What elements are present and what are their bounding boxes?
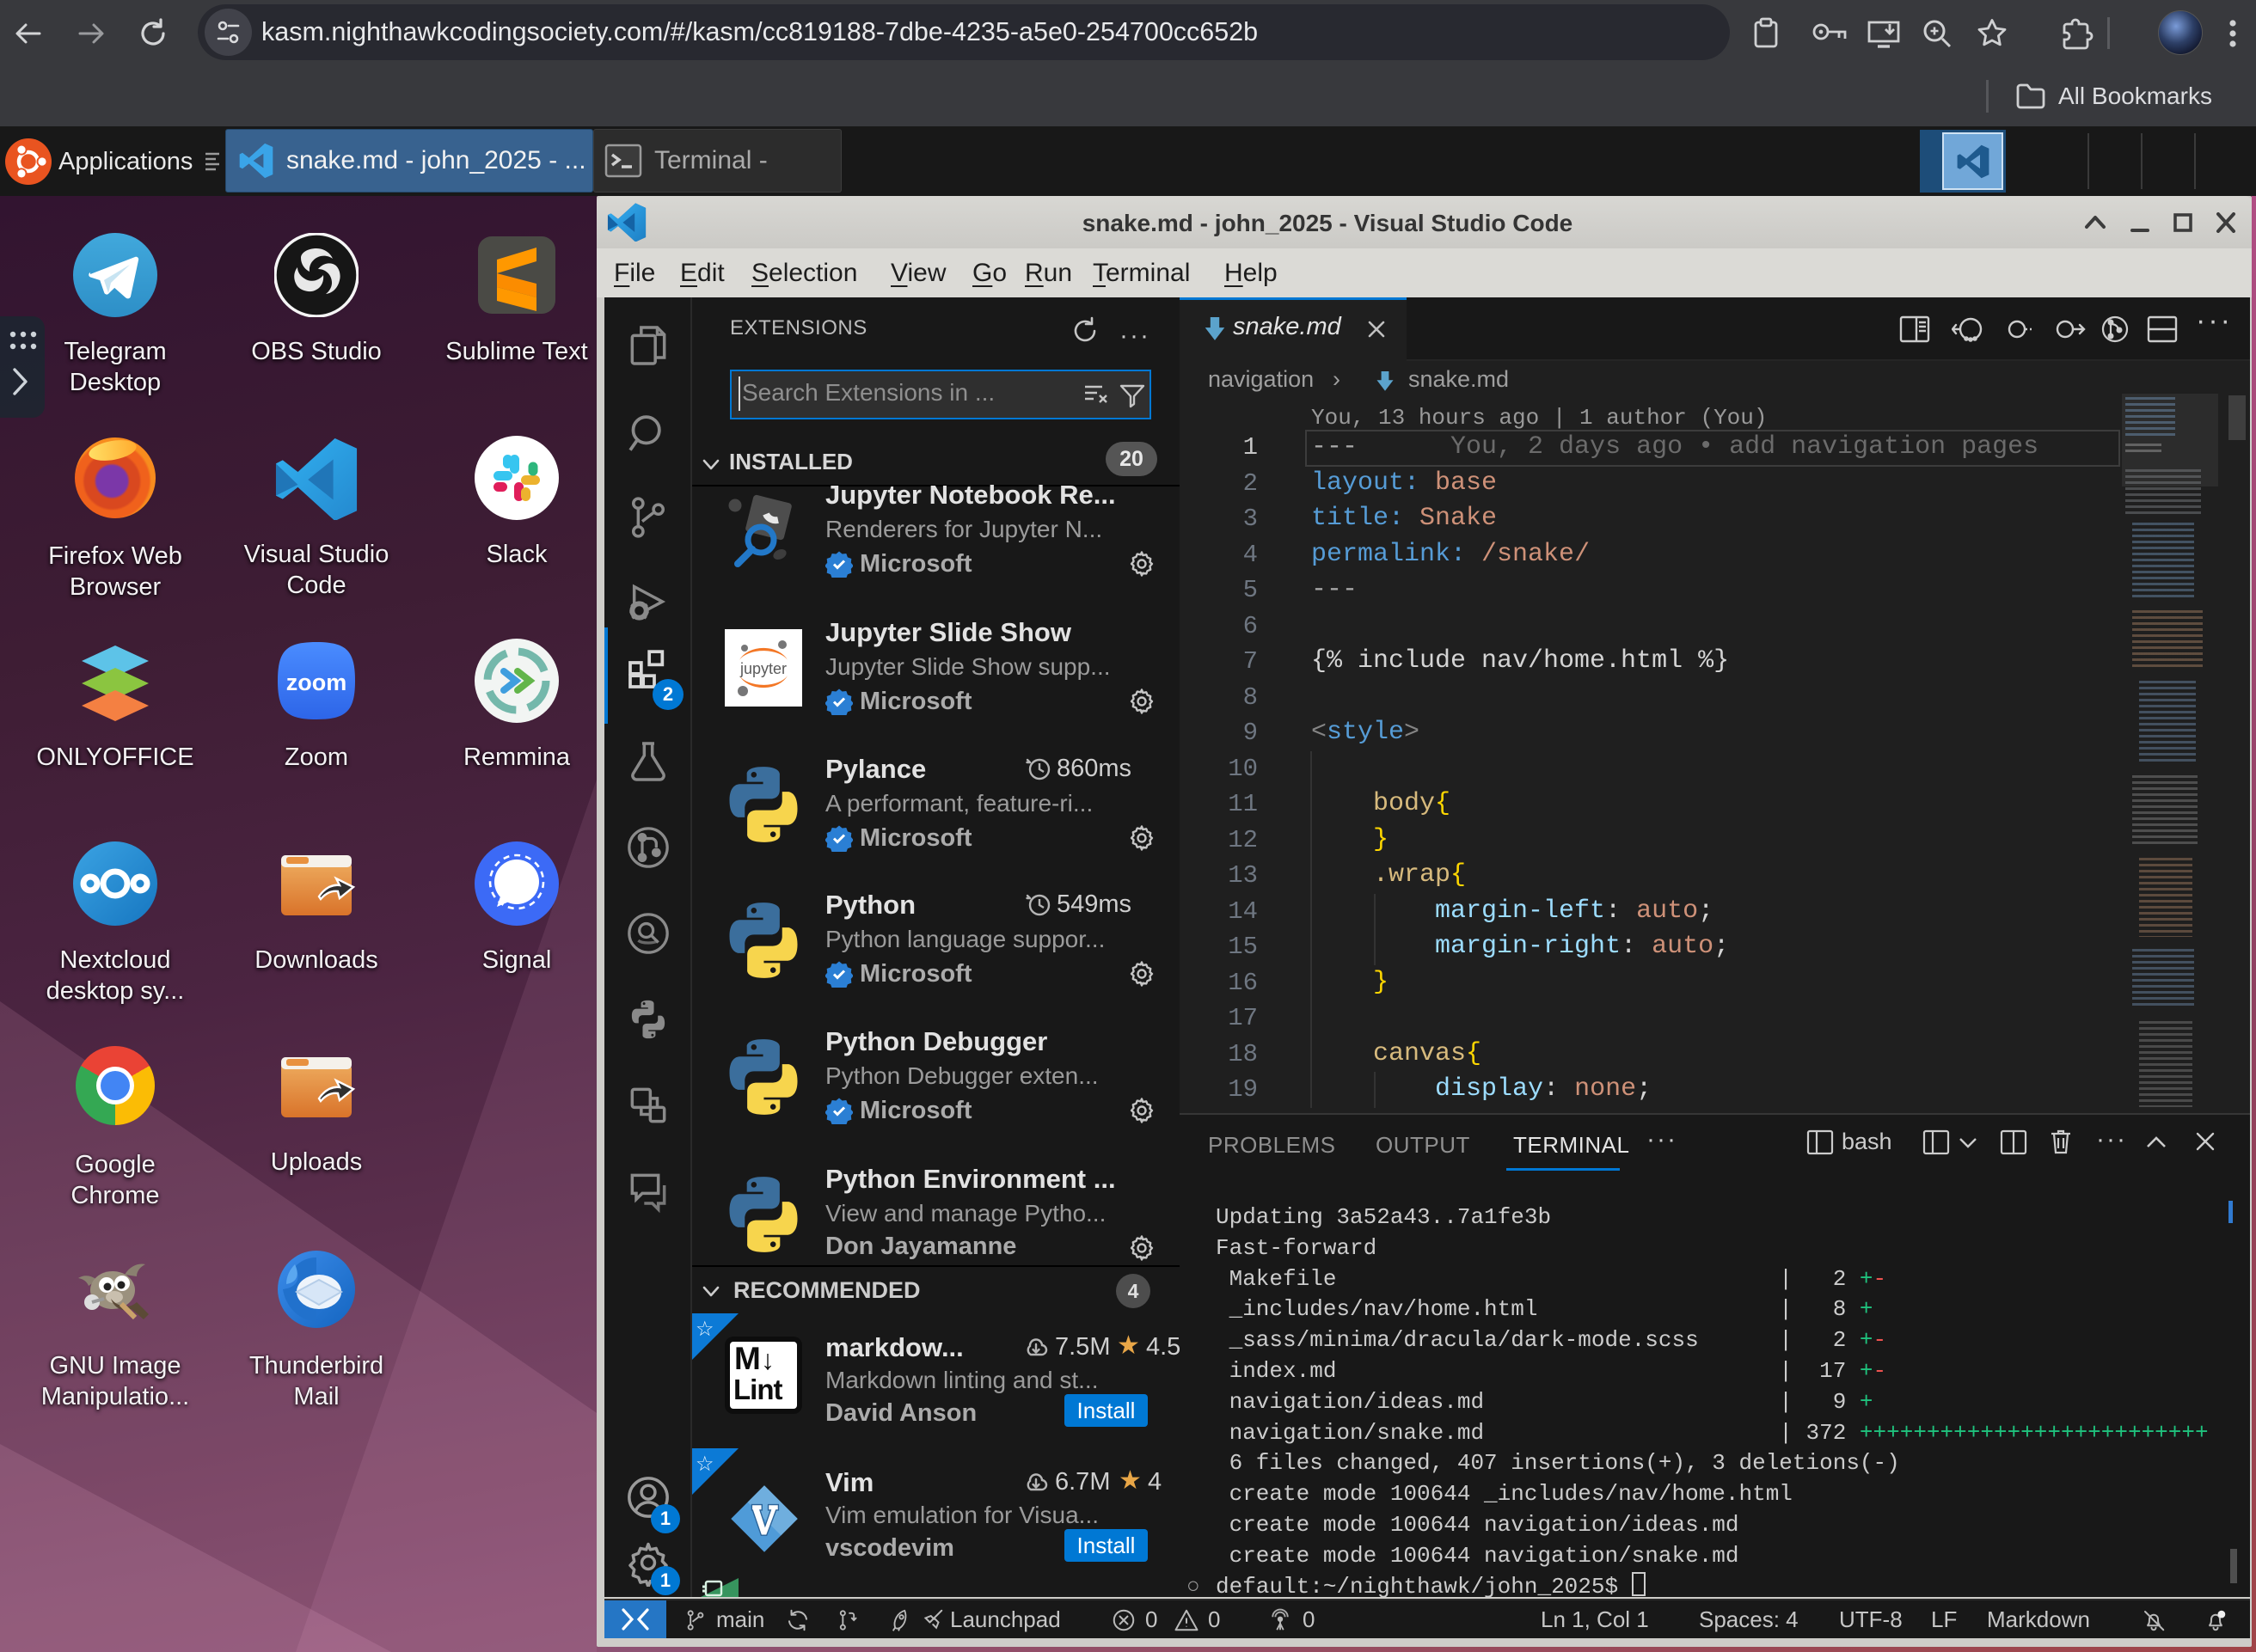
svg-text:jupyter: jupyter bbox=[739, 660, 787, 677]
svg-text:zoom: zoom bbox=[286, 670, 347, 695]
